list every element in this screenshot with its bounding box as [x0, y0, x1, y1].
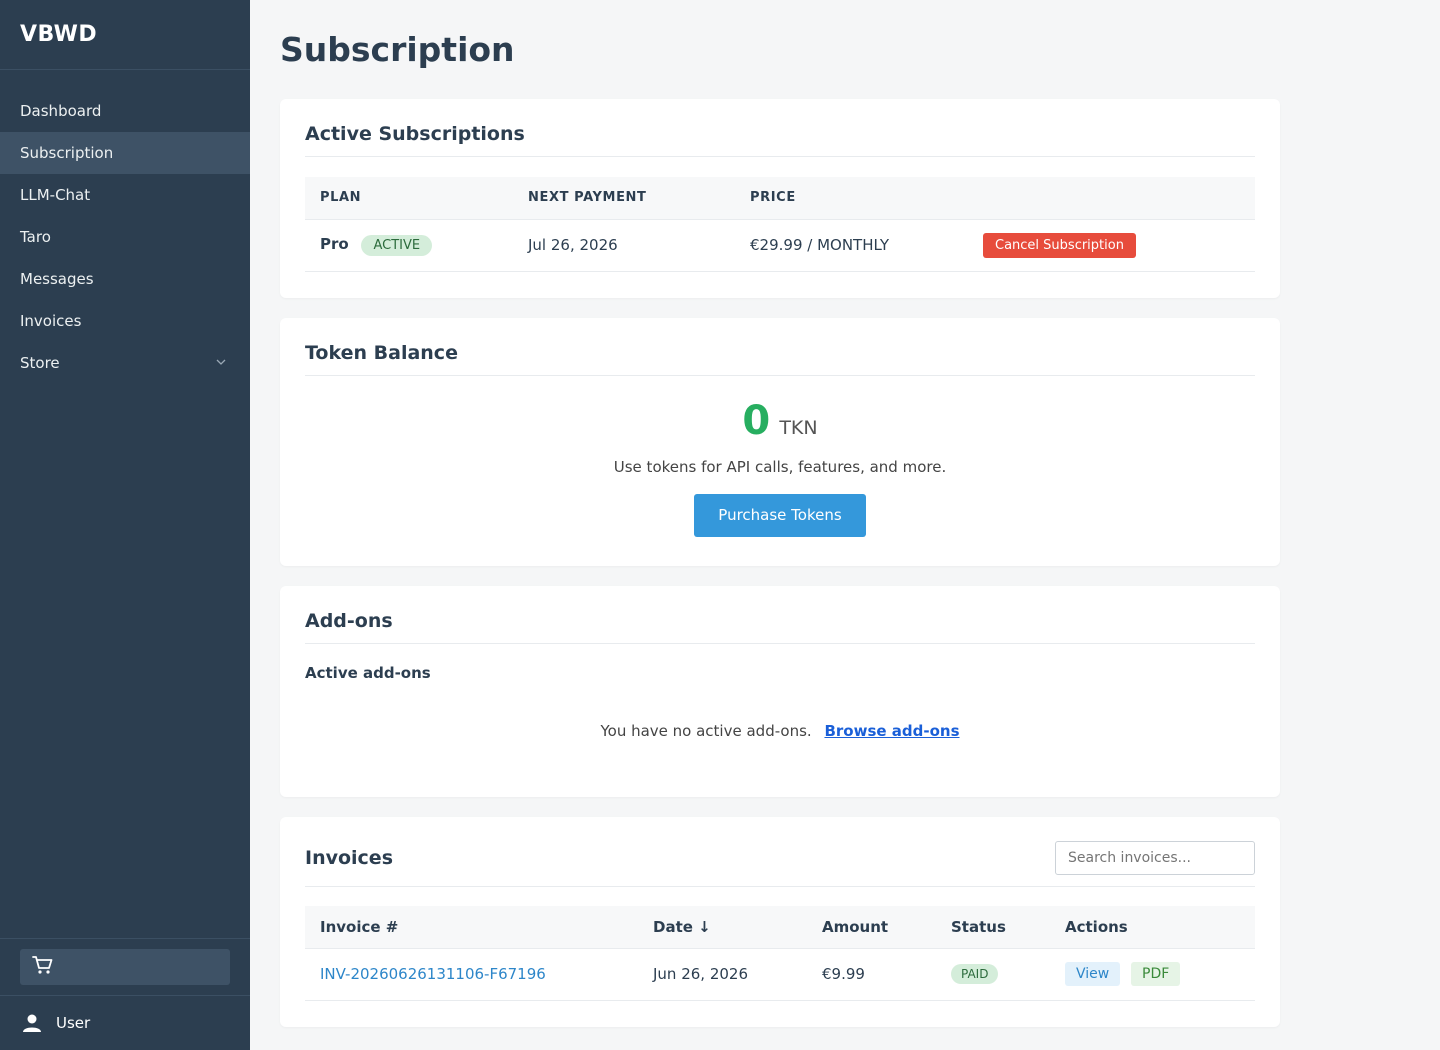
addons-title: Add-ons — [305, 586, 1255, 644]
token-amount-row: 0 TKN — [305, 398, 1255, 444]
invoices-card: Invoices Invoice # Date ↓ Amount Status … — [280, 817, 1280, 1027]
sidebar-item-llm-chat[interactable]: LLM-Chat — [0, 174, 250, 216]
subscriptions-table: PLAN NEXT PAYMENT PRICE Pro ACTIVE Jul 2… — [305, 177, 1255, 272]
next-payment-cell: Jul 26, 2026 — [513, 219, 735, 272]
sidebar-item-subscription[interactable]: Subscription — [0, 132, 250, 174]
chevron-down-icon — [216, 342, 226, 384]
invoice-amount-cell: €9.99 — [807, 948, 936, 1001]
browse-addons-link[interactable]: Browse add-ons — [824, 722, 959, 740]
cart-section — [0, 938, 250, 995]
invoice-date-cell: Jun 26, 2026 — [638, 948, 807, 1001]
purchase-tokens-button[interactable]: Purchase Tokens — [694, 494, 866, 537]
token-balance-body: 0 TKN Use tokens for API calls, features… — [305, 398, 1255, 537]
table-row: INV-20260626131106-F67196 Jun 26, 2026 €… — [305, 948, 1255, 1001]
column-header-date[interactable]: Date ↓ — [638, 906, 807, 949]
user-icon — [22, 1013, 42, 1033]
user-label: User — [56, 1014, 91, 1032]
sidebar-item-taro[interactable]: Taro — [0, 216, 250, 258]
column-header-invoice-number[interactable]: Invoice # — [305, 906, 638, 949]
invoices-table: Invoice # Date ↓ Amount Status Actions I… — [305, 906, 1255, 1001]
sidebar-item-messages[interactable]: Messages — [0, 258, 250, 300]
token-balance-card: Token Balance 0 TKN Use tokens for API c… — [280, 318, 1280, 566]
plan-cell: Pro ACTIVE — [305, 219, 513, 272]
cart-icon — [32, 955, 54, 979]
invoice-number-cell: INV-20260626131106-F67196 — [305, 948, 638, 1001]
price-cell: €29.99 / MONTHLY — [735, 219, 968, 272]
token-description: Use tokens for API calls, features, and … — [613, 458, 947, 476]
column-header-price: PRICE — [735, 177, 968, 220]
column-header-amount[interactable]: Amount — [807, 906, 936, 949]
cancel-subscription-button[interactable]: Cancel Subscription — [983, 232, 1136, 258]
page-title: Subscription — [280, 30, 515, 69]
active-subscriptions-card: Active Subscriptions PLAN NEXT PAYMENT P… — [280, 99, 1280, 298]
invoice-status-cell: PAID — [936, 948, 1050, 1001]
cart-button[interactable] — [20, 949, 230, 985]
invoice-number-link[interactable]: INV-20260626131106-F67196 — [320, 965, 546, 983]
status-badge: PAID — [951, 964, 999, 984]
column-header-plan: PLAN — [305, 177, 513, 220]
plan-name: Pro — [320, 234, 349, 253]
main-content: Subscription Active Subscriptions PLAN N… — [280, 0, 1280, 1027]
invoice-actions-cell: View PDF — [1050, 948, 1255, 1001]
user-menu[interactable]: User — [0, 995, 250, 1050]
pdf-invoice-button[interactable]: PDF — [1131, 962, 1181, 986]
subscription-row: Pro ACTIVE Jul 26, 2026 €29.99 / MONTHLY… — [305, 219, 1255, 272]
token-unit: TKN — [779, 417, 818, 439]
action-cell: Cancel Subscription — [968, 219, 1255, 272]
addons-empty-text: You have no active add-ons. — [600, 722, 812, 740]
token-amount: 0 — [742, 398, 771, 444]
addons-card: Add-ons Active add-ons You have no activ… — [280, 586, 1280, 797]
status-badge: ACTIVE — [361, 234, 433, 256]
sidebar: VBWD Dashboard Subscription LLM-Chat Tar… — [0, 0, 250, 1050]
active-subscriptions-title: Active Subscriptions — [305, 99, 1255, 157]
sidebar-item-invoices[interactable]: Invoices — [0, 300, 250, 342]
active-addons-subtitle: Active add-ons — [305, 664, 431, 682]
sidebar-item-dashboard[interactable]: Dashboard — [0, 90, 250, 132]
search-invoices-input[interactable] — [1055, 841, 1255, 875]
token-balance-title: Token Balance — [305, 318, 1255, 376]
column-header-actions: Actions — [1050, 906, 1255, 949]
addons-empty-state: You have no active add-ons. Browse add-o… — [305, 722, 1255, 740]
sidebar-item-store[interactable]: Store — [0, 342, 250, 384]
column-header-next-payment: NEXT PAYMENT — [513, 177, 735, 220]
brand-logo[interactable]: VBWD — [0, 0, 250, 70]
column-header-action — [968, 177, 1255, 220]
view-invoice-button[interactable]: View — [1065, 962, 1121, 986]
sidebar-item-store-label: Store — [20, 354, 60, 372]
sidebar-nav: Dashboard Subscription LLM-Chat Taro Mes… — [0, 90, 250, 384]
column-header-status[interactable]: Status — [936, 906, 1050, 949]
